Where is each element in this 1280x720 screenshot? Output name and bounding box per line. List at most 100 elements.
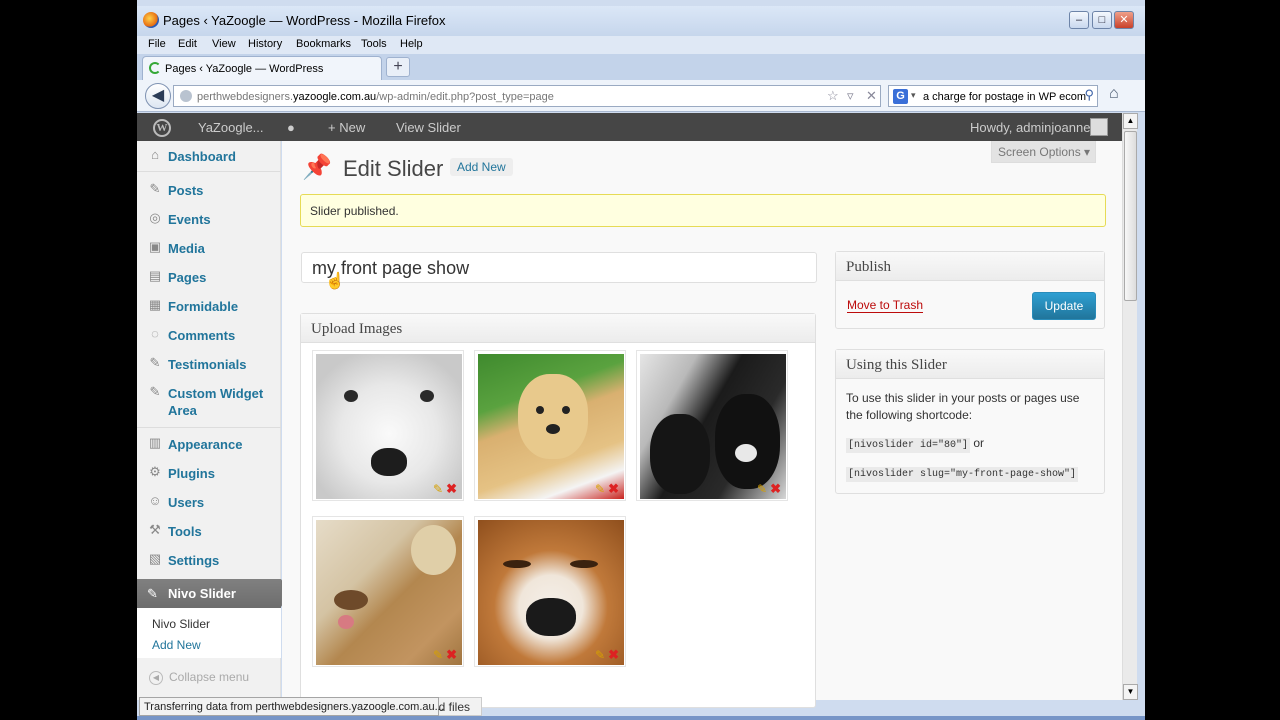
google-icon[interactable]: G: [893, 89, 908, 104]
sidebar-item-dashboard[interactable]: ⌂ Dashboard: [145, 146, 279, 168]
delete-icon[interactable]: ✖: [770, 481, 781, 497]
new-content-link[interactable]: + New: [328, 120, 365, 135]
update-button[interactable]: Update: [1032, 292, 1096, 320]
menu-help[interactable]: Help: [400, 38, 423, 50]
edit-pencil-icon[interactable]: ✎: [595, 648, 605, 662]
submenu-add-new[interactable]: Add New: [152, 638, 201, 652]
menu-tools[interactable]: Tools: [361, 38, 387, 50]
usage-text: To use this slider in your posts or page…: [846, 391, 1080, 422]
sidebar-item-comments[interactable]: ◌ Comments: [145, 325, 279, 347]
add-new-button[interactable]: Add New: [450, 158, 513, 176]
collapse-menu-button[interactable]: ◀ Collapse menu: [149, 670, 249, 685]
edit-pencil-icon[interactable]: ✎: [433, 482, 443, 496]
delete-icon[interactable]: ✖: [608, 481, 619, 497]
publish-heading: Publish: [836, 252, 1104, 281]
sidebar-item-appearance[interactable]: ▥ Appearance: [145, 434, 279, 456]
delete-icon[interactable]: ✖: [446, 647, 457, 663]
publish-box: Publish Move to Trash Update: [835, 251, 1105, 329]
slider-title-input[interactable]: my front page show: [301, 252, 817, 283]
dog-photo-2: [478, 354, 624, 499]
comments-icon: ◌: [151, 326, 159, 341]
back-button[interactable]: ◀: [145, 83, 171, 109]
sidebar-item-posts[interactable]: ✎ Posts: [145, 180, 279, 202]
main-content: Screen Options ▾ 📌 Edit Slider Add New S…: [282, 141, 1122, 708]
delete-icon[interactable]: ✖: [608, 647, 619, 663]
scroll-up-arrow-icon[interactable]: ▲: [1123, 113, 1138, 129]
sidebar-item-users[interactable]: ☺ Users: [145, 492, 279, 514]
sidebar-item-testimonials[interactable]: ✎ Testimonials: [145, 354, 279, 376]
scroll-thumb[interactable]: [1124, 131, 1137, 301]
slider-image-3[interactable]: ✎ ✖: [636, 350, 788, 501]
search-bar[interactable]: G ▾ a charge for postage in WP ecom ⚲: [888, 85, 1098, 107]
minimize-button[interactable]: –: [1069, 11, 1089, 29]
tools-icon: ⚒: [149, 522, 161, 537]
menu-bar: File Edit View History Bookmarks Tools H…: [137, 36, 1145, 54]
pin-icon: ✎: [149, 355, 161, 370]
edit-pencil-icon[interactable]: ✎: [433, 648, 443, 662]
search-icon[interactable]: ⚲: [1084, 87, 1094, 103]
collapse-icon: ◀: [149, 670, 163, 685]
edit-pencil-icon[interactable]: ✎: [595, 482, 605, 496]
maximize-button[interactable]: □: [1092, 11, 1112, 29]
sidebar-item-plugins[interactable]: ⚙ Plugins: [145, 463, 279, 485]
site-name-link[interactable]: YaZoogle...: [198, 120, 264, 135]
bookmark-star-icon[interactable]: ☆: [827, 88, 839, 104]
sidebar-item-tools[interactable]: ⚒ Tools: [145, 521, 279, 543]
menu-bookmarks[interactable]: Bookmarks: [296, 38, 351, 50]
published-notice: Slider published.: [300, 194, 1106, 227]
comments-bubble-icon[interactable]: ●: [287, 120, 295, 135]
slider-image-5[interactable]: ✎ ✖: [474, 516, 626, 667]
delete-icon[interactable]: ✖: [446, 481, 457, 497]
sidebar-item-pages[interactable]: ▤ Pages: [145, 267, 279, 289]
dropdown-arrow-icon[interactable]: ▿: [847, 88, 854, 104]
menu-view[interactable]: View: [212, 38, 236, 50]
stop-icon[interactable]: ✕: [866, 88, 877, 104]
upload-images-box: Upload Images ✎ ✖ ✎ ✖ ✎ ✖ ✎ ✖ ✎ ✖: [300, 313, 816, 708]
pin-icon: ✎: [149, 384, 161, 399]
media-icon: ▣: [148, 239, 162, 254]
navigation-bar: ◀ perthwebdesigners.yazoogle.com.au/wp-a…: [137, 80, 1145, 112]
search-input[interactable]: a charge for postage in WP ecom: [923, 91, 1086, 103]
vertical-scrollbar[interactable]: ▲ ▼: [1122, 113, 1138, 700]
sidebar-item-custom-widget-area[interactable]: ✎ Custom Widget Area: [145, 383, 279, 423]
shortcode-id: [nivoslider id="80"]: [846, 438, 971, 453]
slider-image-4[interactable]: ✎ ✖: [312, 516, 464, 667]
sidebar-item-settings[interactable]: ▧ Settings: [145, 550, 279, 572]
howdy-link[interactable]: Howdy, adminjoanne: [970, 120, 1090, 135]
slider-image-2[interactable]: ✎ ✖: [474, 350, 626, 501]
submenu-nivo-slider[interactable]: Nivo Slider: [152, 617, 210, 631]
using-slider-heading: Using this Slider: [836, 350, 1104, 379]
sidebar-item-nivo-slider[interactable]: ✎ Nivo Slider: [137, 579, 290, 608]
browser-tab[interactable]: Pages ‹ YaZoogle — WordPress: [142, 56, 382, 80]
close-button[interactable]: ✕: [1114, 11, 1134, 29]
sidebar-item-events[interactable]: ◎ Events: [145, 209, 279, 231]
menu-history[interactable]: History: [248, 38, 282, 50]
dog-photo-1: [316, 354, 462, 499]
settings-icon: ▧: [148, 551, 162, 566]
sidebar-item-formidable[interactable]: ▦ Formidable: [145, 296, 279, 318]
move-to-trash-link[interactable]: Move to Trash: [847, 298, 924, 313]
avatar[interactable]: [1090, 118, 1108, 136]
scroll-down-arrow-icon[interactable]: ▼: [1123, 684, 1138, 700]
new-tab-button[interactable]: +: [386, 57, 410, 77]
tab-bar: Pages ‹ YaZoogle — WordPress +: [137, 54, 1145, 80]
sidebar-item-media[interactable]: ▣ Media: [145, 238, 279, 260]
home-icon[interactable]: ⌂: [1109, 85, 1119, 103]
url-bar[interactable]: perthwebdesigners.yazoogle.com.au/wp-adm…: [173, 85, 881, 107]
admin-sidebar: ⌂ Dashboard ✎ Posts ◎ Events ▣ Media ▤ Pages …: [137, 141, 290, 700]
dog-photo-3: [640, 354, 786, 499]
screen-options-button[interactable]: Screen Options ▾: [991, 141, 1096, 163]
menu-file[interactable]: File: [148, 38, 166, 50]
url-text: perthwebdesigners.yazoogle.com.au/wp-adm…: [197, 91, 554, 103]
tab-title: Pages ‹ YaZoogle — WordPress: [165, 63, 324, 75]
dog-photo-5: [478, 520, 624, 665]
engine-dropdown-icon[interactable]: ▾: [911, 90, 916, 101]
edit-pencil-icon[interactable]: ✎: [757, 482, 767, 496]
slider-image-1[interactable]: ✎ ✖: [312, 350, 464, 501]
plugins-icon: ⚙: [149, 464, 161, 479]
wordpress-logo-icon[interactable]: W: [153, 119, 171, 137]
dog-photo-4: [316, 520, 462, 665]
view-slider-link[interactable]: View Slider: [396, 120, 461, 135]
menu-edit[interactable]: Edit: [178, 38, 197, 50]
events-icon: ◎: [149, 210, 161, 225]
